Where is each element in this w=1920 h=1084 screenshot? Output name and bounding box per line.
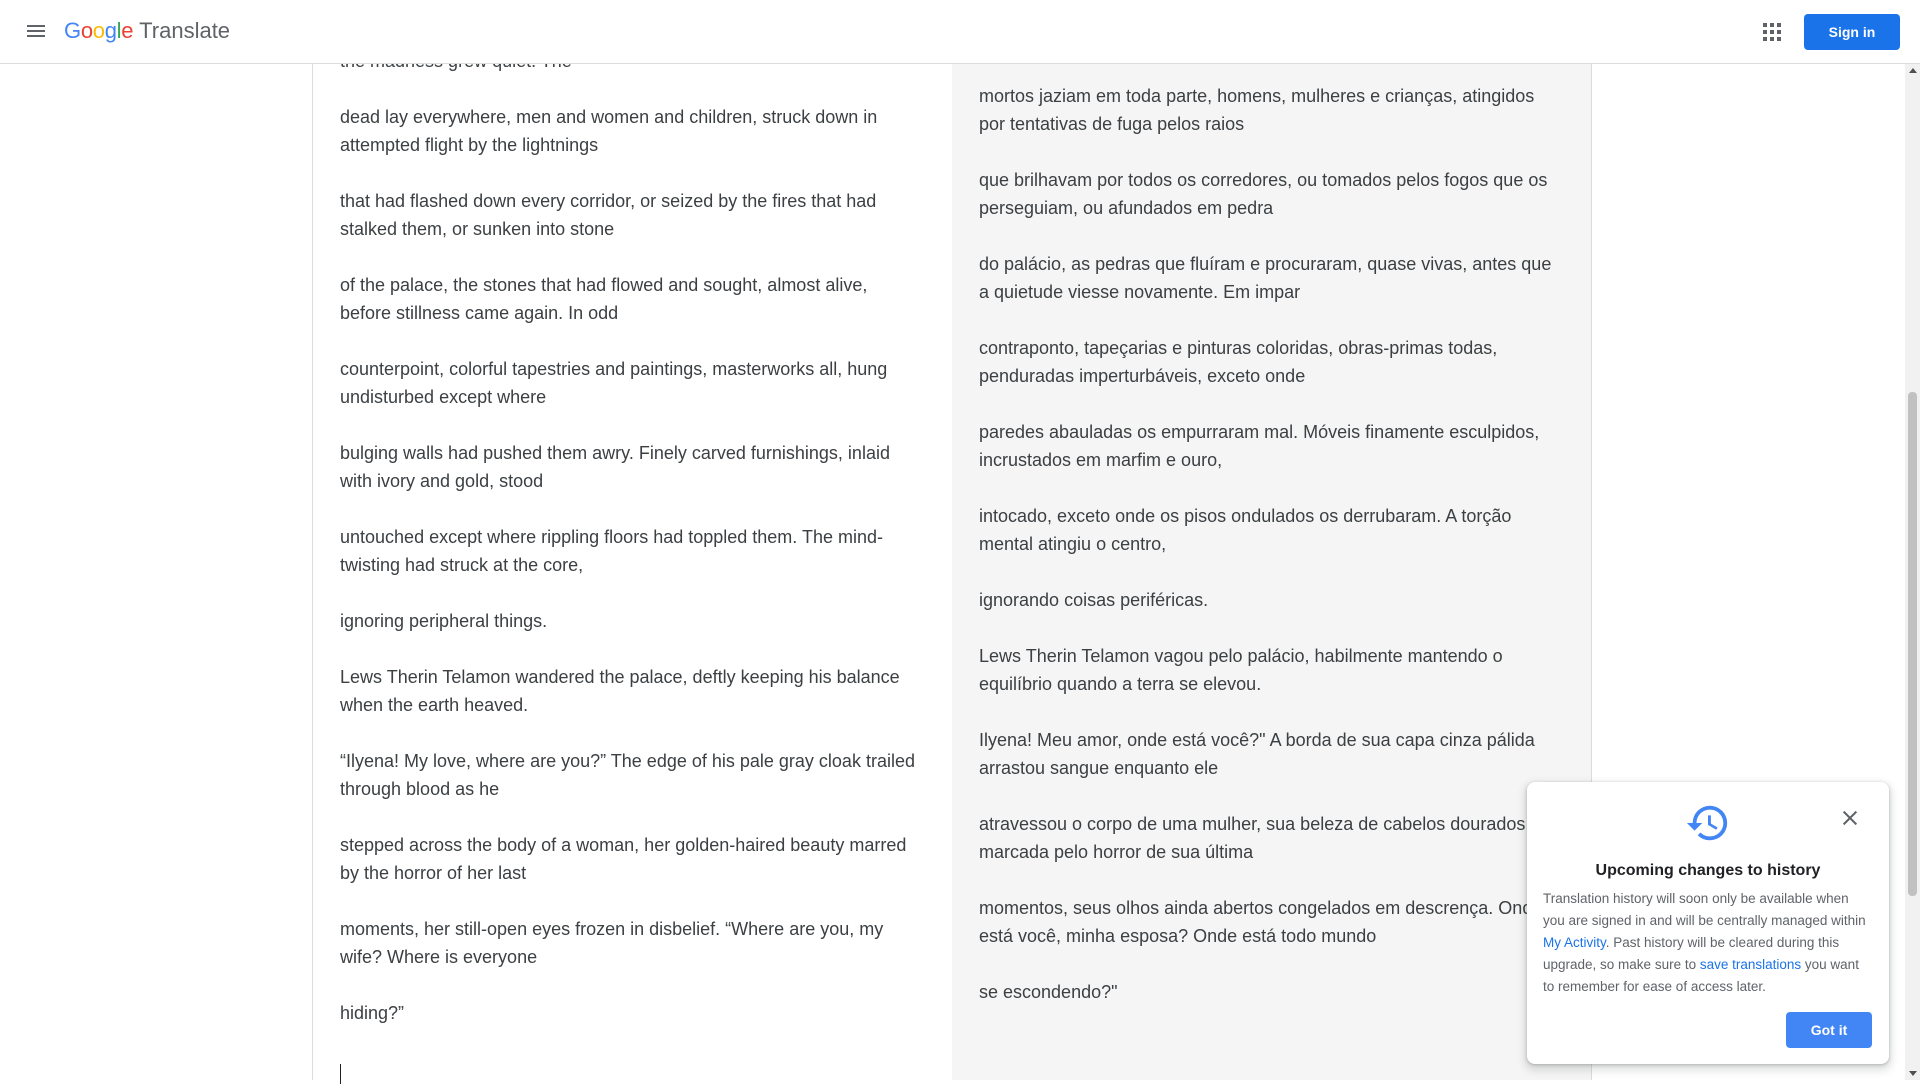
page-scrollbar[interactable] (1905, 64, 1920, 1080)
translation-paragraph: intocado, exceto onde os pisos ondulados… (979, 506, 1512, 554)
google-translate-logo[interactable]: Google Translate (64, 18, 230, 46)
app-header: Google Translate Sign in (0, 0, 1920, 64)
popup-body: Translation history will soon only be av… (1543, 888, 1873, 998)
translation-paragraph: momentos, seus olhos ainda abertos conge… (979, 898, 1543, 946)
translation-paragraph: paredes abauladas os empurraram mal. Móv… (979, 422, 1540, 470)
translation-paragraph: que brilhavam por todos os corredores, o… (979, 170, 1548, 218)
logo-letter: o (92, 18, 105, 43)
popup-title: Upcoming changes to history (1595, 862, 1821, 879)
apps-grid-icon[interactable] (1760, 20, 1784, 44)
scroll-down-arrow-icon[interactable] (1909, 1071, 1917, 1076)
source-paragraph: Lews Therin Telamon wandered the palace,… (340, 667, 900, 715)
logo-letter: e (121, 18, 134, 43)
hamburger-menu-icon[interactable] (24, 20, 48, 44)
history-icon (1686, 805, 1728, 841)
history-changes-popup: Upcoming changes to history Translation … (1527, 782, 1889, 1064)
source-paragraph: “Ilyena! My love, where are you?” The ed… (340, 751, 915, 799)
translation-paragraph: Ilyena! Meu amor, onde está você?" A bor… (979, 730, 1535, 778)
source-paragraph: stepped across the body of a woman, her … (340, 835, 907, 883)
translation-paragraph: atravessou o corpo de uma mulher, sua be… (979, 814, 1526, 862)
got-it-button[interactable]: Got it (1786, 1012, 1872, 1048)
popup-body-text-1: Translation history will soon only be av… (1543, 891, 1866, 928)
target-text-panel: mortos jaziam em toda parte, homens, mul… (952, 64, 1592, 1080)
logo-letter: G (64, 18, 81, 43)
source-paragraph: counterpoint, colorful tapestries and pa… (340, 359, 888, 407)
logo-letter: o (80, 18, 93, 43)
translation-paragraph: do palácio, as pedras que fluíram e proc… (979, 254, 1552, 302)
translation-paragraph: Lews Therin Telamon vagou pelo palácio, … (979, 646, 1503, 694)
scroll-up-arrow-icon[interactable] (1909, 68, 1917, 73)
translation-paragraph: ignorando coisas periféricas. (979, 590, 1209, 610)
source-paragraph: dead lay everywhere, men and women and c… (340, 107, 878, 155)
translation-paragraph: contraponto, tapeçarias e pinturas color… (979, 338, 1498, 386)
text-cursor (340, 1064, 341, 1084)
source-text-panel[interactable]: the madness grew quiet. Thedead lay ever… (313, 51, 952, 1084)
source-textarea[interactable]: the madness grew quiet. Thedead lay ever… (340, 47, 920, 1055)
logo-letter: g (104, 18, 117, 43)
source-paragraph: ignoring peripheral things. (340, 611, 548, 631)
scrollbar-thumb[interactable] (1908, 392, 1917, 896)
translation-paragraph: se escondendo?" (979, 982, 1118, 1002)
save-translations-link[interactable]: save translations (1700, 957, 1801, 972)
close-icon[interactable] (1840, 808, 1860, 828)
source-paragraph: untouched except where rippling floors h… (340, 527, 883, 575)
sign-in-button[interactable]: Sign in (1804, 14, 1900, 50)
google-wordmark: Google (64, 18, 133, 44)
source-paragraph: hiding?” (340, 1003, 405, 1023)
source-paragraph: of the palace, the stones that had flowe… (340, 275, 868, 323)
translation-paragraph: mortos jaziam em toda parte, homens, mul… (979, 86, 1535, 134)
source-paragraph: bulging walls had pushed them awry. Fine… (340, 443, 890, 491)
product-name: Translate (139, 18, 231, 43)
my-activity-link[interactable]: My Activity (1543, 935, 1606, 950)
source-paragraph: that had flashed down every corridor, or… (340, 191, 877, 239)
source-paragraph: moments, her still-open eyes frozen in d… (340, 919, 884, 967)
translation-output: mortos jaziam em toda parte, homens, mul… (979, 82, 1559, 1034)
